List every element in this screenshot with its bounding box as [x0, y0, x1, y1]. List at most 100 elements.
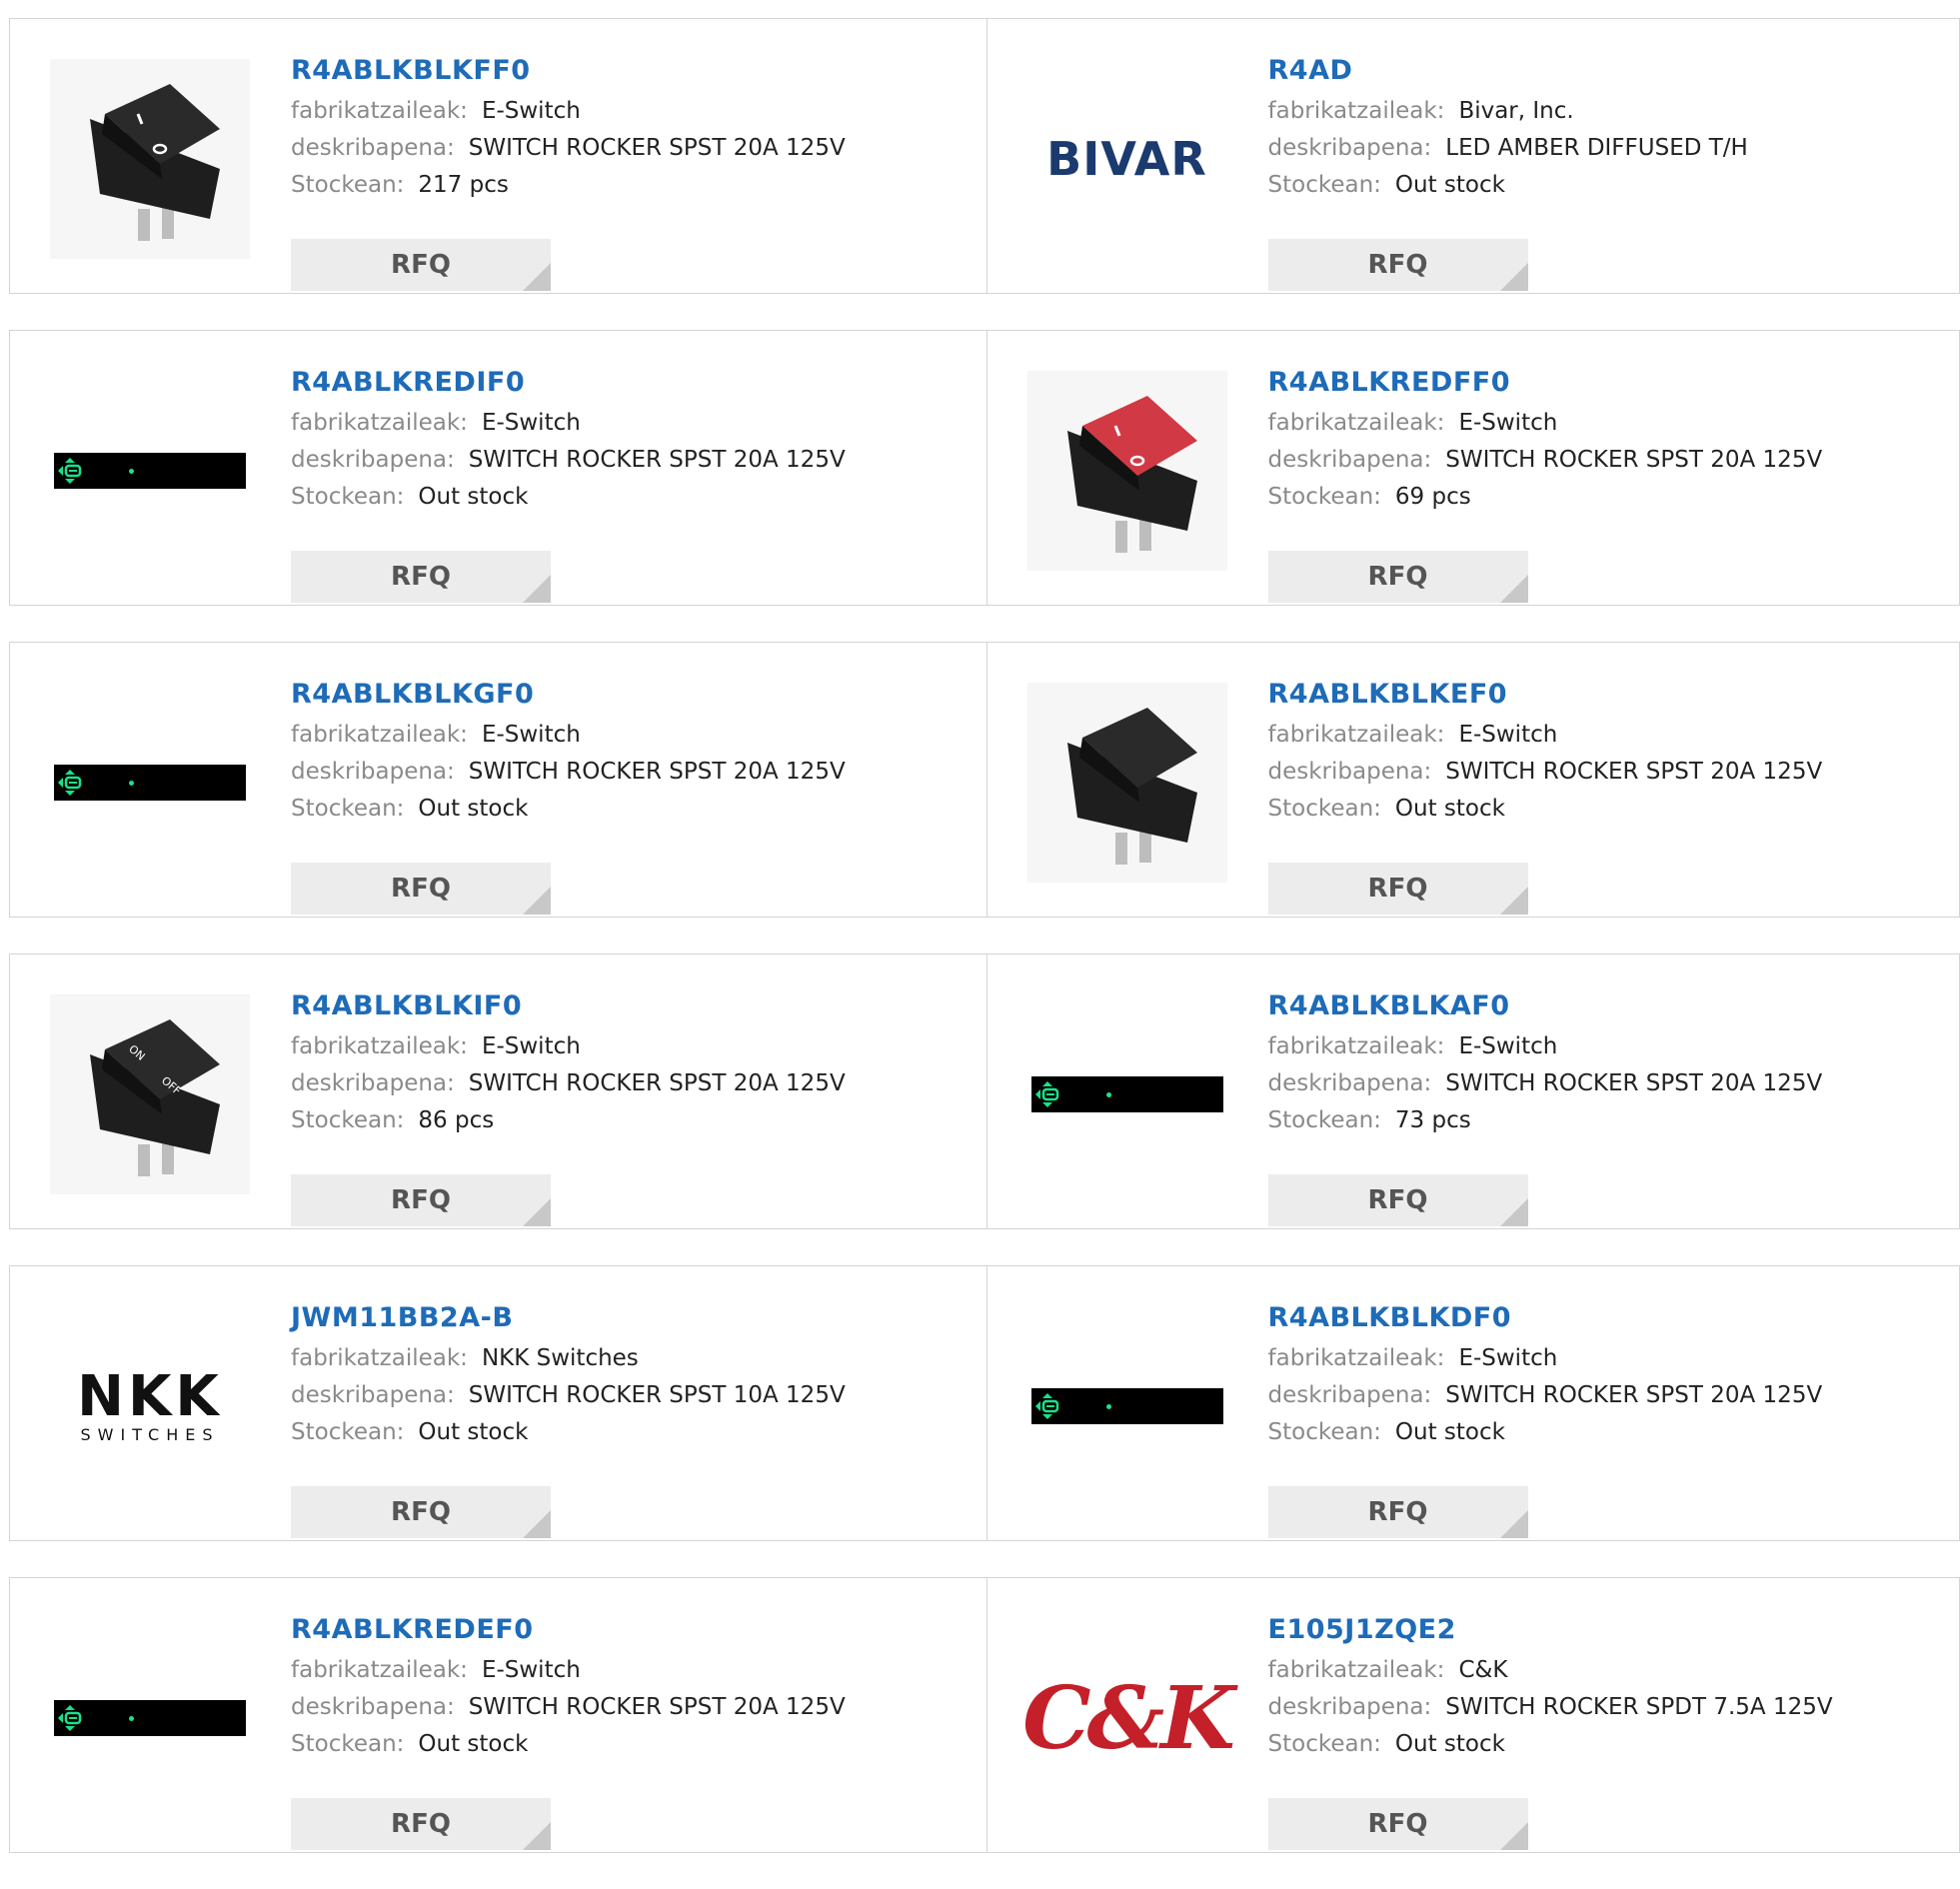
rfq-button[interactable]: RFQ	[291, 239, 551, 291]
product-image[interactable]: C&K	[1027, 1618, 1227, 1818]
product-row: R4ABLKBLKFF0fabrikatzaileak:E-Switchdesk…	[9, 18, 1960, 294]
stock-value: Out stock	[1395, 1419, 1505, 1445]
part-number-link[interactable]: R4ABLKREDEF0	[291, 1608, 846, 1652]
led-display-image	[54, 1700, 246, 1736]
description-value: SWITCH ROCKER SPST 20A 125V	[469, 759, 846, 785]
rfq-button[interactable]: RFQ	[291, 863, 551, 915]
corner-triangle-icon	[1500, 263, 1528, 291]
manufacturer-value: E-Switch	[1458, 410, 1557, 436]
manufacturer-line: fabrikatzaileak:E-Switch	[1268, 405, 1823, 442]
product-image[interactable]	[50, 683, 250, 883]
manufacturer-line: fabrikatzaileak: Bivar, Inc.	[1268, 93, 1748, 130]
rfq-button[interactable]: RFQ	[291, 1174, 551, 1226]
part-number-link[interactable]: E105J1ZQE2	[1268, 1608, 1833, 1652]
rfq-button[interactable]: RFQ	[1268, 239, 1528, 291]
product-image[interactable]	[1027, 1306, 1227, 1506]
manufacturer-label: fabrikatzaileak:	[291, 1033, 468, 1059]
description-line: deskribapena:SWITCH ROCKER SPST 20A 125V	[1268, 442, 1823, 479]
part-number-link[interactable]: R4ABLKBLKEF0	[1268, 673, 1823, 717]
description-value: SWITCH ROCKER SPDT 7.5A 125V	[1445, 1694, 1832, 1720]
product-image[interactable]	[1027, 683, 1227, 883]
stock-line: Stockean:73 pcs	[1268, 1102, 1823, 1139]
description-label: deskribapena:	[1268, 447, 1432, 473]
corner-triangle-icon	[523, 1198, 551, 1226]
corner-triangle-icon	[1500, 575, 1528, 603]
product-row: ONOFFR4ABLKBLKIF0fabrikatzaileak:E-Switc…	[9, 953, 1960, 1229]
product-info: R4ABLKBLKEF0fabrikatzaileak:E-Switchdesk…	[1268, 673, 1823, 828]
stock-value: Out stock	[418, 1419, 528, 1445]
description-label: deskribapena:	[291, 447, 455, 473]
part-number-link[interactable]: JWM11BB2A-B	[291, 1296, 846, 1340]
rfq-button[interactable]: RFQ	[1268, 1174, 1528, 1226]
rfq-button[interactable]: RFQ	[1268, 1798, 1528, 1850]
rfq-button[interactable]: RFQ	[1268, 1486, 1528, 1538]
manufacturer-line: fabrikatzaileak:E-Switch	[291, 717, 846, 754]
part-number-link[interactable]: R4ABLKREDFF0	[1268, 361, 1823, 405]
part-number-link[interactable]: R4ABLKBLKFF0	[291, 49, 846, 93]
rfq-label: RFQ	[391, 1497, 451, 1527]
manufacturer-value: Bivar, Inc.	[1458, 98, 1573, 124]
rfq-button[interactable]: RFQ	[1268, 551, 1528, 603]
stock-value: 86 pcs	[418, 1107, 494, 1133]
stock-line: Stockean:217 pcs	[291, 167, 846, 204]
rfq-label: RFQ	[1368, 1185, 1428, 1215]
rfq-button[interactable]: RFQ	[291, 1486, 551, 1538]
stock-line: Stockean:Out stock	[1268, 791, 1823, 828]
rfq-button[interactable]: RFQ	[291, 551, 551, 603]
manufacturer-label: fabrikatzaileak:	[291, 722, 468, 748]
part-number-link[interactable]: R4ABLKBLKIF0	[291, 984, 846, 1028]
part-number-link[interactable]: R4AD	[1268, 49, 1748, 93]
product-image[interactable]	[1027, 371, 1227, 571]
led-display-image	[54, 453, 246, 489]
product-info: R4ABLKREDIF0fabrikatzaileak:E-Switchdesk…	[291, 361, 846, 516]
stock-line: Stockean:69 pcs	[1268, 479, 1823, 516]
rfq-button[interactable]: RFQ	[291, 1798, 551, 1850]
part-number-link[interactable]: R4ABLKBLKDF0	[1268, 1296, 1823, 1340]
description-value: SWITCH ROCKER SPST 10A 125V	[469, 1382, 846, 1408]
part-number-link[interactable]: R4ABLKBLKAF0	[1268, 984, 1823, 1028]
product-card: R4ABLKREDIF0fabrikatzaileak:E-Switchdesk…	[9, 330, 987, 606]
part-number-link[interactable]: R4ABLKBLKGF0	[291, 673, 846, 717]
led-display-image	[1031, 1388, 1223, 1424]
manufacturer-value: E-Switch	[1458, 1345, 1557, 1371]
led-display-image	[54, 765, 246, 801]
stock-value: 69 pcs	[1395, 484, 1471, 510]
product-card: BIVAR R4AD fabrikatzaileak: Bivar, Inc. desk…	[987, 18, 1960, 294]
rfq-label: RFQ	[391, 874, 451, 904]
product-card: R4ABLKBLKGF0fabrikatzaileak:E-Switch desk…	[9, 642, 987, 918]
corner-triangle-icon	[523, 263, 551, 291]
product-image[interactable]: BIVAR	[1027, 59, 1227, 259]
stock-label: Stockean:	[1268, 1419, 1381, 1445]
description-line: deskribapena:SWITCH ROCKER SPST 20A 125V	[291, 442, 846, 479]
manufacturer-line: fabrikatzaileak:NKK Switches	[291, 1340, 846, 1377]
product-image[interactable]	[50, 1618, 250, 1818]
rfq-button[interactable]: RFQ	[1268, 863, 1528, 915]
product-image[interactable]	[1027, 994, 1227, 1194]
description-line: deskribapena:SWITCH ROCKER SPST 20A 125V	[291, 1065, 846, 1102]
part-number-link[interactable]: R4ABLKREDIF0	[291, 361, 846, 405]
description-label: deskribapena:	[291, 135, 455, 161]
description-label: deskribapena:	[291, 759, 455, 785]
product-image[interactable]	[50, 371, 250, 571]
description-line: deskribapena:LED AMBER DIFFUSED T/H	[1268, 130, 1748, 167]
stock-label: Stockean:	[291, 1731, 404, 1757]
product-image[interactable]: ONOFF	[50, 994, 250, 1194]
corner-triangle-icon	[1500, 1510, 1528, 1538]
stock-line: Stockean:Out stock	[291, 479, 846, 516]
manufacturer-label: fabrikatzaileak:	[1268, 98, 1445, 124]
product-card: NKKSWITCHES JWM11BB2A-Bfabrikatzaileak:NK…	[9, 1265, 987, 1541]
product-info: JWM11BB2A-Bfabrikatzaileak:NKK Switchesd…	[291, 1296, 846, 1451]
rfq-label: RFQ	[391, 562, 451, 592]
stock-label: Stockean:	[1268, 172, 1381, 198]
manufacturer-value: E-Switch	[482, 1657, 581, 1683]
product-card: R4ABLKBLKAF0fabrikatzaileak:E-Switchdesk…	[987, 953, 1960, 1229]
manufacturer-line: fabrikatzaileak:E-Switch	[291, 1652, 846, 1689]
ck-logo: C&K	[1022, 1668, 1231, 1769]
product-info: R4ABLKBLKGF0fabrikatzaileak:E-Switch desk…	[291, 673, 846, 828]
product-image[interactable]: NKKSWITCHES	[50, 1306, 250, 1506]
stock-value: Out stock	[1395, 1731, 1505, 1757]
product-image[interactable]	[50, 59, 250, 259]
product-info: R4ABLKBLKAF0fabrikatzaileak:E-Switchdesk…	[1268, 984, 1823, 1139]
stock-label: Stockean:	[291, 796, 404, 822]
description-label: deskribapena:	[1268, 1382, 1432, 1408]
